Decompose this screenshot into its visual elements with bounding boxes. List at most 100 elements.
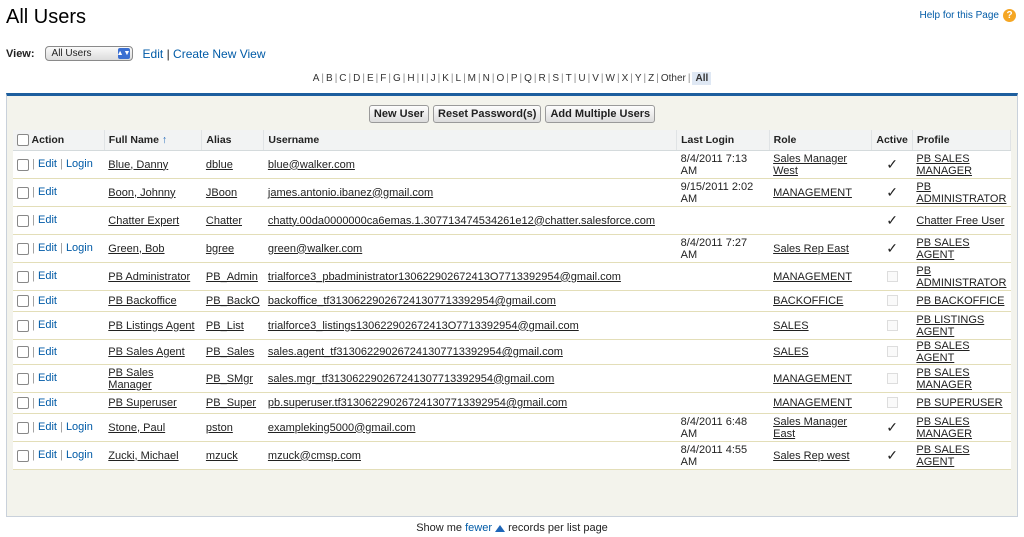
row-edit-link[interactable]: Edit: [38, 295, 57, 307]
row-checkbox[interactable]: [17, 372, 29, 385]
user-full-name-link[interactable]: Green, Bob: [108, 243, 164, 255]
help-link[interactable]: Help for this Page ?: [920, 9, 1016, 22]
row-checkbox[interactable]: [17, 270, 29, 283]
reset-password-button[interactable]: Reset Password(s): [433, 105, 542, 123]
user-role-link[interactable]: MANAGEMENT: [773, 271, 852, 283]
create-view-link[interactable]: Create New View: [173, 47, 265, 61]
column-header-profile[interactable]: Profile: [912, 130, 1012, 151]
user-role-link[interactable]: Sales Rep west: [773, 450, 849, 462]
row-login-link[interactable]: Login: [66, 421, 93, 433]
row-edit-link[interactable]: Edit: [38, 346, 57, 358]
user-full-name-link[interactable]: Blue, Danny: [108, 159, 168, 171]
row-login-link[interactable]: Login: [66, 449, 93, 461]
user-profile-link[interactable]: PB SALES MANAGER: [916, 367, 972, 391]
user-profile-link[interactable]: PB SALES MANAGER: [916, 153, 972, 177]
user-role-link[interactable]: SALES: [773, 346, 808, 358]
column-header-role[interactable]: Role: [769, 130, 873, 151]
alpha-filter-t[interactable]: T: [566, 73, 572, 84]
row-edit-link[interactable]: Edit: [38, 186, 57, 198]
row-edit-link[interactable]: Edit: [38, 158, 57, 170]
user-full-name-link[interactable]: PB Administrator: [108, 271, 190, 283]
user-role-link[interactable]: Sales Manager West: [773, 153, 847, 177]
select-all-checkbox[interactable]: [17, 134, 29, 147]
row-edit-link[interactable]: Edit: [38, 421, 57, 433]
alpha-filter-j[interactable]: J: [431, 73, 436, 84]
add-multiple-users-button[interactable]: Add Multiple Users: [545, 105, 656, 123]
row-checkbox[interactable]: [17, 242, 29, 255]
user-profile-link[interactable]: PB SUPERUSER: [916, 397, 1002, 409]
user-profile-link[interactable]: PB SALES AGENT: [916, 340, 969, 364]
alpha-filter-g[interactable]: G: [393, 73, 401, 84]
alpha-filter-w[interactable]: W: [606, 73, 615, 84]
view-select[interactable]: All Users ▲▼: [44, 46, 133, 61]
alpha-filter-h[interactable]: H: [407, 73, 414, 84]
alpha-filter-a[interactable]: A: [313, 73, 320, 84]
show-fewer-link[interactable]: fewer: [465, 522, 492, 534]
alpha-filter-q[interactable]: Q: [524, 73, 532, 84]
user-profile-link[interactable]: Chatter Free User: [916, 215, 1004, 227]
user-full-name-link[interactable]: Chatter Expert: [108, 215, 179, 227]
row-edit-link[interactable]: Edit: [38, 397, 57, 409]
user-role-link[interactable]: MANAGEMENT: [773, 187, 852, 199]
row-checkbox[interactable]: [17, 319, 29, 332]
row-edit-link[interactable]: Edit: [38, 214, 57, 226]
user-full-name-link[interactable]: Stone, Paul: [108, 422, 165, 434]
alpha-filter-u[interactable]: U: [578, 73, 585, 84]
user-role-link[interactable]: MANAGEMENT: [773, 397, 852, 409]
user-profile-link[interactable]: PB SALES MANAGER: [916, 416, 972, 440]
user-full-name-link[interactable]: Boon, Johnny: [108, 187, 175, 199]
user-profile-link[interactable]: PB SALES AGENT: [916, 237, 969, 261]
alpha-filter-o[interactable]: O: [496, 73, 504, 84]
user-full-name-link[interactable]: PB Sales Agent: [108, 346, 184, 358]
row-checkbox[interactable]: [17, 449, 29, 462]
column-header-alias[interactable]: Alias: [201, 130, 265, 151]
alpha-filter-s[interactable]: S: [552, 73, 559, 84]
alpha-filter-d[interactable]: D: [353, 73, 360, 84]
row-checkbox[interactable]: [17, 346, 29, 359]
row-checkbox[interactable]: [17, 214, 29, 227]
column-header-username[interactable]: Username: [263, 130, 678, 151]
alpha-filter-other[interactable]: Other: [661, 73, 686, 84]
alpha-filter-f[interactable]: F: [380, 73, 386, 84]
new-user-button[interactable]: New User: [368, 105, 430, 123]
row-login-link[interactable]: Login: [66, 158, 93, 170]
row-checkbox[interactable]: [17, 186, 29, 199]
alpha-filter-z[interactable]: Z: [648, 73, 654, 84]
user-profile-link[interactable]: PB SALES AGENT: [916, 444, 969, 468]
user-full-name-link[interactable]: PB Listings Agent: [108, 320, 194, 332]
column-header-last-login[interactable]: Last Login: [676, 130, 770, 151]
user-full-name-link[interactable]: PB Backoffice: [108, 295, 176, 307]
row-edit-link[interactable]: Edit: [38, 270, 57, 282]
alpha-filter-k[interactable]: K: [442, 73, 449, 84]
alpha-filter-x[interactable]: X: [622, 73, 629, 84]
alpha-filter-b[interactable]: B: [326, 73, 333, 84]
user-role-link[interactable]: BACKOFFICE: [773, 295, 843, 307]
alpha-filter-r[interactable]: R: [539, 73, 546, 84]
alpha-filter-p[interactable]: P: [511, 73, 518, 84]
row-checkbox[interactable]: [17, 397, 29, 410]
user-full-name-link[interactable]: Zucki, Michael: [108, 450, 178, 462]
user-profile-link[interactable]: PB BACKOFFICE: [916, 295, 1004, 307]
alpha-filter-m[interactable]: M: [468, 73, 476, 84]
alpha-filter-c[interactable]: C: [339, 73, 346, 84]
user-profile-link[interactable]: PB ADMINISTRATOR: [916, 181, 1006, 205]
row-edit-link[interactable]: Edit: [38, 372, 57, 384]
user-role-link[interactable]: SALES: [773, 320, 808, 332]
row-login-link[interactable]: Login: [66, 242, 93, 254]
alpha-filter-e[interactable]: E: [367, 73, 374, 84]
user-role-link[interactable]: Sales Rep East: [773, 243, 849, 255]
alpha-filter-n[interactable]: N: [483, 73, 490, 84]
user-profile-link[interactable]: PB LISTINGS AGENT: [916, 314, 984, 338]
column-header-active[interactable]: Active: [871, 130, 913, 151]
user-role-link[interactable]: Sales Manager East: [773, 416, 847, 440]
row-checkbox[interactable]: [17, 421, 29, 434]
alpha-filter-y[interactable]: Y: [635, 73, 642, 84]
row-edit-link[interactable]: Edit: [38, 449, 57, 461]
column-header-full-name[interactable]: Full Name ↑: [104, 130, 203, 151]
user-role-link[interactable]: MANAGEMENT: [773, 373, 852, 385]
row-edit-link[interactable]: Edit: [38, 319, 57, 331]
edit-view-link[interactable]: Edit: [143, 47, 164, 61]
row-edit-link[interactable]: Edit: [38, 242, 57, 254]
alpha-filter-i[interactable]: I: [421, 73, 424, 84]
alpha-filter-all[interactable]: All: [692, 72, 712, 85]
